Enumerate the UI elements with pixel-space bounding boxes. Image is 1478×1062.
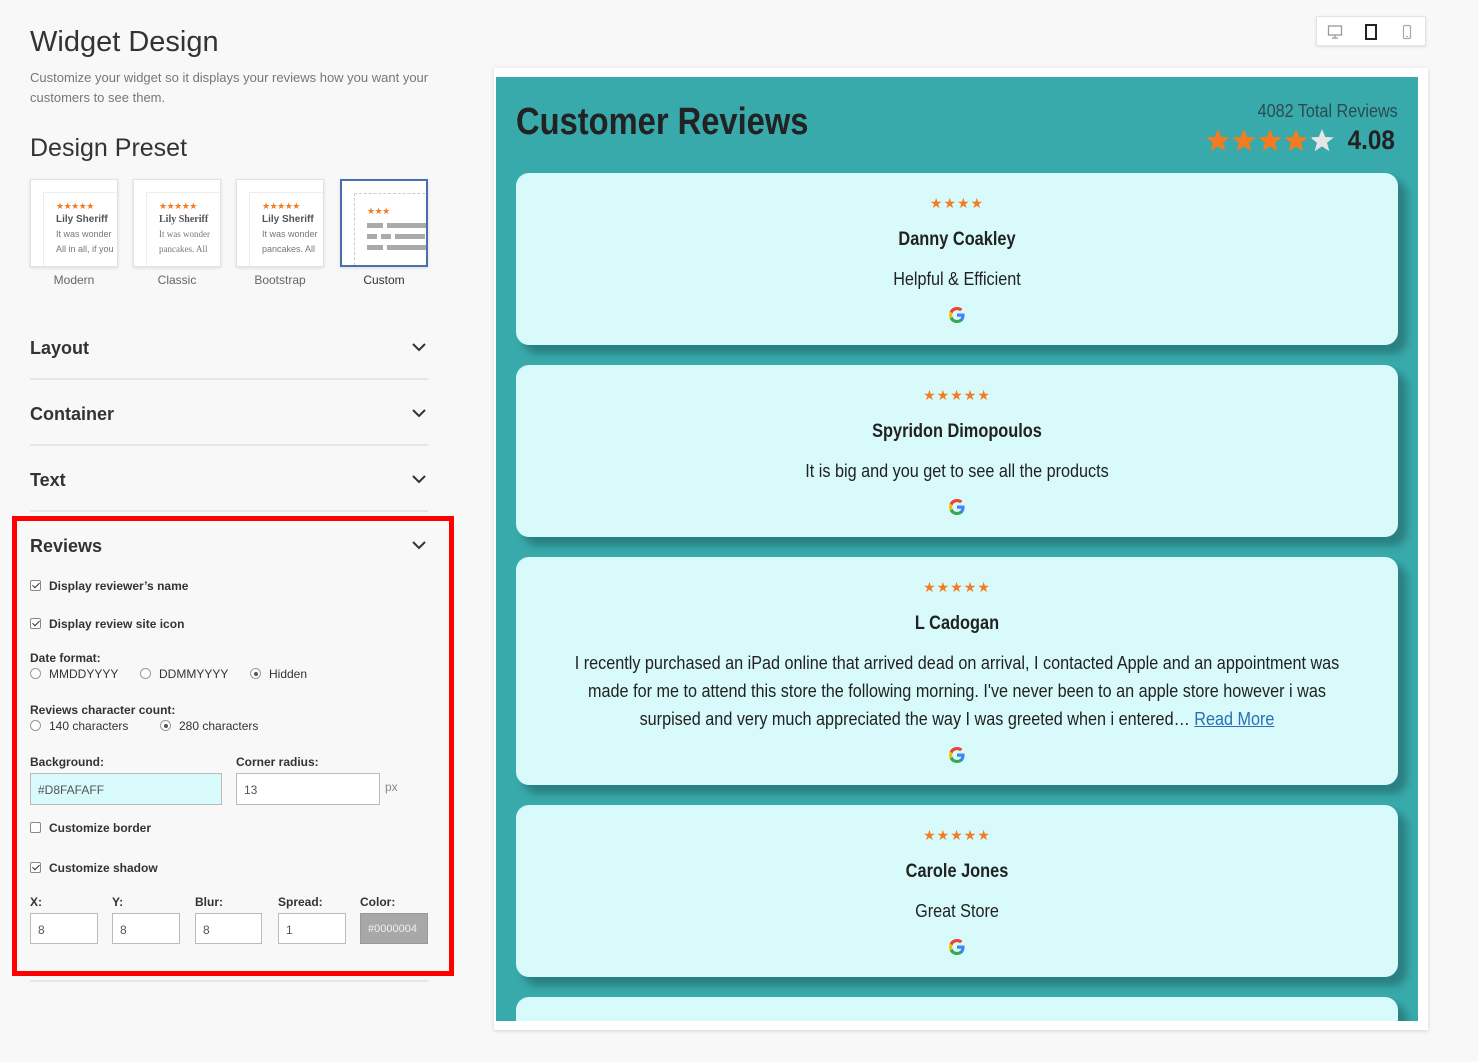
design-preset-title: Design Preset: [30, 134, 188, 162]
mobile-icon[interactable]: [1399, 24, 1415, 40]
google-icon[interactable]: [947, 745, 967, 765]
thumb-stars: ★★★★★: [56, 201, 94, 211]
rating-value: 4.08: [1348, 125, 1396, 155]
review-card: ★★★★★ L Cadogan I recently purchased an …: [516, 557, 1398, 785]
review-stars: ★★★★★: [923, 579, 991, 595]
thumb-name: Lily Sheriff: [56, 214, 108, 225]
preset-label: Modern: [53, 273, 95, 287]
thumb-line: It was wonder: [56, 229, 112, 239]
preset-list: ★★★★★ Lily Sheriff It was wonder All in …: [30, 179, 430, 289]
review-text: Great Store: [915, 901, 999, 921]
preset-label: Bootstrap: [254, 273, 306, 287]
section-layout[interactable]: Layout: [30, 314, 428, 380]
highlight-box: [12, 516, 454, 976]
overall-stars: [1205, 128, 1335, 154]
thumb-stars: ★★★★★: [159, 201, 197, 211]
review-text: It is big and you get to see all the pro…: [805, 461, 1109, 481]
preset-custom[interactable]: ★★★ Custom: [340, 179, 428, 287]
review-card: ★★★★ Danny Coakley Helpful & Efficient: [516, 173, 1398, 345]
thumb-line: All in all, if you: [56, 244, 114, 254]
star-rating-icon: [1206, 128, 1335, 151]
review-text: Helpful & Efficient: [893, 269, 1021, 289]
device-toggle: [1316, 16, 1426, 46]
page-title: Widget Design: [30, 26, 219, 58]
thumb-stars: ★★★★★: [262, 201, 300, 211]
reviewer-name: Carole Jones: [905, 861, 1009, 882]
thumb-line: It was wonder: [262, 229, 318, 239]
thumb-line: It was wonder: [159, 229, 210, 239]
reviewer-name: L Cadogan: [914, 613, 1000, 634]
overall-rating: 4.08: [1205, 125, 1398, 156]
thumb-line: pancakes. All: [262, 244, 316, 254]
reviewer-name: Danny Coakley: [898, 229, 1016, 250]
desktop-icon[interactable]: [1327, 24, 1343, 40]
tablet-icon[interactable]: [1363, 24, 1379, 40]
review-stars: ★★★★★: [923, 387, 991, 403]
preset-thumbnail: ★★★: [340, 179, 428, 267]
review-text: I recently purchased an iPad online that…: [560, 649, 1354, 733]
review-stars: ★★★★: [929, 195, 985, 211]
widget-title: Customer Reviews: [516, 101, 809, 143]
reviewer-name: Spyridon Dimopoulos: [872, 421, 1042, 442]
section-text[interactable]: Text: [30, 446, 428, 512]
preset-label: Custom: [363, 273, 405, 287]
preset-thumbnail: ★★★★★ Lily Sheriff It was wonder All in …: [30, 179, 118, 267]
preset-classic[interactable]: ★★★★★ Lily Sheriff It was wonder pancake…: [133, 179, 221, 287]
preset-bootstrap[interactable]: ★★★★★ Lily Sheriff It was wonder pancake…: [236, 179, 324, 287]
section-title: Layout: [30, 338, 90, 358]
review-card: ★★★★★ Carole Jones Great Store: [516, 805, 1398, 977]
chevron-down-icon: [412, 475, 426, 484]
page-subtitle: Customize your widget so it displays you…: [30, 70, 429, 105]
chevron-down-icon: [412, 409, 426, 418]
review-stars: ★★★★★: [923, 827, 991, 843]
section-title: Text: [30, 470, 66, 490]
preset-modern[interactable]: ★★★★★ Lily Sheriff It was wonder All in …: [30, 179, 118, 287]
total-reviews: 4082 Total Reviews: [1257, 101, 1398, 121]
widget-preview: Customer Reviews 4082 Total Reviews 4.08…: [496, 77, 1418, 1021]
thumb-name: Lily Sheriff: [262, 214, 314, 225]
review-card: ★★★★★ Spyridon Dimopoulos It is big and …: [516, 365, 1398, 537]
thumb-line: pancakes. All: [159, 244, 208, 254]
google-icon[interactable]: [947, 305, 967, 325]
section-title: Container: [30, 404, 115, 424]
section-container[interactable]: Container: [30, 380, 428, 446]
preset-thumbnail: ★★★★★ Lily Sheriff It was wonder pancake…: [133, 179, 221, 267]
thumb-name: Lily Sheriff: [159, 214, 209, 225]
review-card: [516, 997, 1398, 1021]
google-icon[interactable]: [947, 497, 967, 517]
preset-thumbnail: ★★★★★ Lily Sheriff It was wonder pancake…: [236, 179, 324, 267]
google-icon[interactable]: [947, 937, 967, 957]
thumb-stars: ★★★: [367, 206, 390, 216]
preset-label: Classic: [157, 273, 197, 287]
chevron-down-icon: [412, 343, 426, 352]
read-more-link[interactable]: Read More: [1194, 709, 1274, 729]
